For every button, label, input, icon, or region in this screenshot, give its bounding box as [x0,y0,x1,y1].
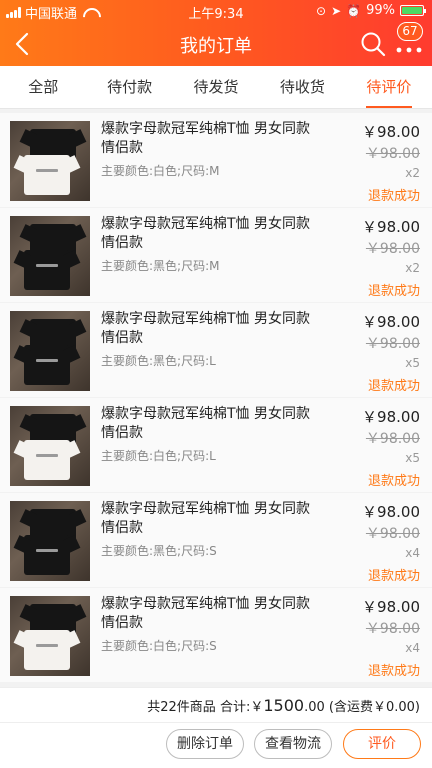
search-button[interactable] [360,31,386,57]
product-price: ￥98.00 [362,218,420,236]
product-spec: 主要颜色:黑色;尺码:S [101,544,217,558]
total-decimal: .00 [304,700,325,715]
product-name: 爆款字母款冠军纯棉T恤 男女同款情侣款 [101,596,311,631]
product-image [10,216,90,296]
item-count: 共22件商品 [147,700,216,715]
order-item[interactable]: 爆款字母款冠军纯棉T恤 男女同款情侣款 主要颜色:白色;尺码:L ￥98.00 … [0,398,432,493]
battery-percent: 99% [366,3,395,18]
order-item[interactable]: 爆款字母款冠军纯棉T恤 男女同款情侣款 主要颜色:黑色;尺码:S ￥98.00 … [0,493,432,588]
product-image [10,596,90,676]
product-spec: 主要颜色:白色;尺码:M [101,164,220,178]
nav-bar: 我的订单 [0,22,432,66]
original-price: ￥98.00 [365,336,420,352]
original-price: ￥98.00 [365,431,420,447]
product-image [10,311,90,391]
tab-pending-payment[interactable]: 待付款 [86,66,172,108]
review-button[interactable]: 评价 [343,729,421,759]
product-spec: 主要颜色:白色;尺码:L [101,449,216,463]
product-quantity: x4 [405,546,420,560]
original-price: ￥98.00 [365,621,420,637]
product-image [10,121,90,201]
refund-status[interactable]: 退款成功 [368,280,420,299]
tab-pending-review[interactable]: 待评价 [346,66,432,108]
product-name: 爆款字母款冠军纯棉T恤 男女同款情侣款 [101,406,311,441]
delete-order-button[interactable]: 删除订单 [166,729,244,759]
refund-status[interactable]: 退款成功 [368,185,420,204]
tab-pending-shipment[interactable]: 待发货 [173,66,259,108]
product-name: 爆款字母款冠军纯棉T恤 男女同款情侣款 [101,216,311,251]
product-quantity: x2 [405,166,420,180]
product-quantity: x4 [405,641,420,655]
total-label: 合计: [219,700,251,715]
refund-status[interactable]: 退款成功 [368,565,420,584]
product-image [10,406,90,486]
tab-pending-receipt[interactable]: 待收货 [259,66,345,108]
refund-status[interactable]: 退款成功 [368,470,420,489]
battery-icon [400,5,426,16]
currency-symbol: ￥ [250,700,264,715]
status-bar: 中国联通 上午9:34 ⊙ ➤ ⏰ 99% [0,0,432,22]
product-price: ￥98.00 [362,123,420,141]
order-item-list: 爆款字母款冠军纯棉T恤 男女同款情侣款 主要颜色:白色;尺码:M ￥98.00 … [0,113,432,683]
product-name: 爆款字母款冠军纯棉T恤 男女同款情侣款 [101,501,311,536]
view-logistics-button[interactable]: 查看物流 [254,729,332,759]
summary-text: 共22件商品 合计:￥1500.00 (含运费￥0.00) [147,696,420,715]
product-name: 爆款字母款冠军纯棉T恤 男女同款情侣款 [101,311,311,346]
product-quantity: x5 [405,451,420,465]
header: 中国联通 上午9:34 ⊙ ➤ ⏰ 99% 我的订单 67 [0,0,432,66]
original-price: ￥98.00 [365,241,420,257]
product-price: ￥98.00 [362,313,420,331]
total-amount: 1500 [263,696,305,715]
order-summary: 共22件商品 合计:￥1500.00 (含运费￥0.00) [0,687,432,723]
lock-rotation-icon: ⊙ [316,3,327,18]
original-price: ￥98.00 [365,526,420,542]
battery-fill [402,7,422,14]
product-image [10,501,90,581]
product-price: ￥98.00 [362,503,420,521]
refund-status[interactable]: 退款成功 [368,375,420,394]
product-spec: 主要颜色:黑色;尺码:M [101,259,220,273]
shipping-fee: (含运费￥0.00) [328,700,420,715]
search-icon [361,32,386,57]
status-right: ⊙ ➤ ⏰ 99% [316,3,426,18]
refund-status[interactable]: 退款成功 [368,660,420,679]
location-icon: ➤ [331,3,342,18]
product-price: ￥98.00 [362,598,420,616]
product-spec: 主要颜色:白色;尺码:S [101,639,217,653]
product-name: 爆款字母款冠军纯棉T恤 男女同款情侣款 [101,121,311,156]
original-price: ￥98.00 [365,146,420,162]
product-spec: 主要颜色:黑色;尺码:L [101,354,216,368]
order-tabs: 全部 待付款 待发货 待收货 待评价 [0,66,432,109]
product-quantity: x2 [405,261,420,275]
product-price: ￥98.00 [362,408,420,426]
alarm-icon: ⏰ [346,3,362,18]
tab-all[interactable]: 全部 [0,66,86,108]
order-item[interactable]: 爆款字母款冠军纯棉T恤 男女同款情侣款 主要颜色:黑色;尺码:L ￥98.00 … [0,303,432,398]
order-item[interactable]: 爆款字母款冠军纯棉T恤 男女同款情侣款 主要颜色:白色;尺码:M ￥98.00 … [0,113,432,208]
order-item[interactable]: 爆款字母款冠军纯棉T恤 男女同款情侣款 主要颜色:白色;尺码:S ￥98.00 … [0,588,432,683]
order-item[interactable]: 爆款字母款冠军纯棉T恤 男女同款情侣款 主要颜色:黑色;尺码:M ￥98.00 … [0,208,432,303]
product-quantity: x5 [405,356,420,370]
message-badge: 67 [397,22,423,41]
order-actions: 删除订单 查看物流 评价 [0,723,432,768]
